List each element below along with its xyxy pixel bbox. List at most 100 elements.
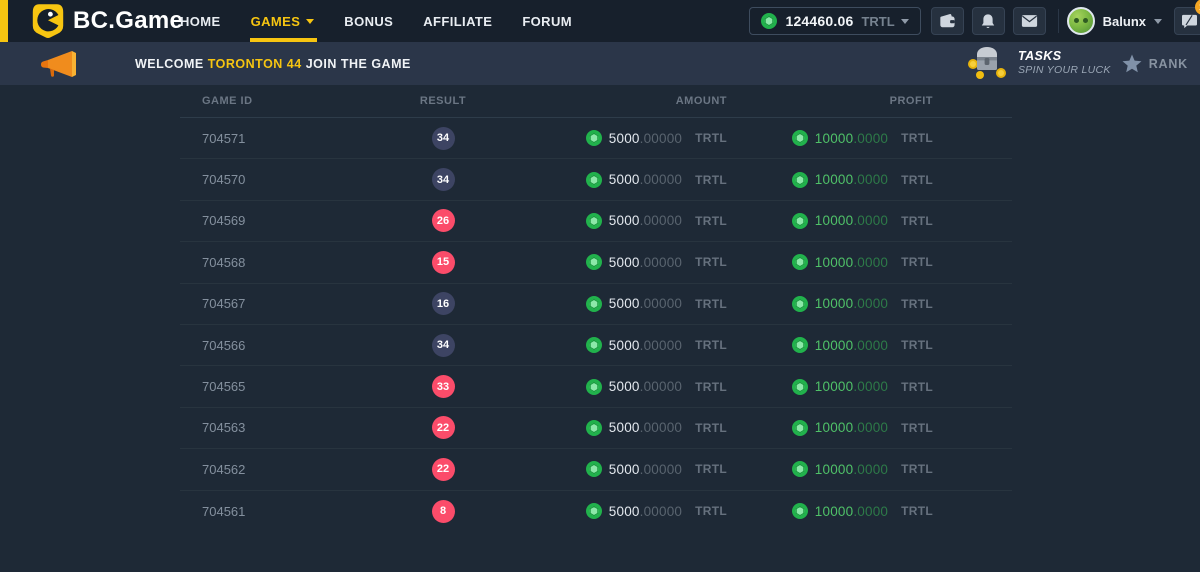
messages-button[interactable] [1013,7,1046,35]
profit-decimals: .0000 [853,504,888,519]
amount-cell: 5000.00000 TRTL [473,296,727,312]
profit-integer: 10000 [815,296,854,311]
result-cell: 34 [413,127,473,150]
trtl-coin-icon [586,130,602,146]
envelope-icon [1021,14,1038,28]
tasks-shortcut[interactable]: TASKS SPIN YOUR LUCK [966,46,1111,80]
trtl-coin-icon [586,420,602,436]
amount-currency: TRTL [695,504,727,518]
amount-currency: TRTL [695,255,727,269]
table-row[interactable]: 704568 15 5000.00000 TRTL [180,242,1012,283]
table-row[interactable]: 704562 22 5000.00000 TRTL [180,449,1012,490]
column-header-game-id: GAME ID [180,95,413,107]
welcome-message: WELCOME TORONTON 44 JOIN THE GAME [135,57,411,71]
profit-integer: 10000 [815,504,854,519]
profit-decimals: .0000 [853,338,888,353]
amount-integer: 5000 [609,172,640,187]
profit-cell: 10000.0000 TRTL [727,461,933,477]
nav-item-games[interactable]: GAMES [251,0,315,42]
table-row[interactable]: 704569 26 5000.00000 TRTL [180,201,1012,242]
amount-currency: TRTL [695,297,727,311]
nav-item-label: AFFILIATE [423,14,492,29]
trtl-coin-icon [586,337,602,353]
profit-cell: 10000.0000 TRTL [727,254,933,270]
table-row[interactable]: 704561 8 5000.00000 TRTL [180,491,1012,532]
amount-integer: 5000 [609,338,640,353]
trtl-coin-icon [792,213,808,229]
notifications-button[interactable] [972,7,1005,35]
wallet-button[interactable] [931,7,964,35]
amount-cell: 5000.00000 TRTL [473,337,727,353]
game-id-cell: 704566 [180,338,413,353]
divider [1058,9,1059,33]
site-logo[interactable]: BC.Game [32,3,183,39]
profit-currency: TRTL [901,214,933,228]
table-row[interactable]: 704565 33 5000.00000 TRTL [180,366,1012,407]
trtl-coin-icon [792,461,808,477]
nav-item-bonus[interactable]: BONUS [344,0,393,42]
result-badge: 22 [432,458,455,481]
chevron-down-icon [1154,19,1162,24]
profit-currency: TRTL [901,380,933,394]
amount-currency: TRTL [695,131,727,145]
user-menu[interactable]: Balunx [1067,7,1162,35]
welcome-prefix: WELCOME [135,57,204,71]
trtl-coin-icon [586,503,602,519]
balance-widget[interactable]: 124460.06 TRTL [749,7,920,35]
result-cell: 15 [413,251,473,274]
chevron-down-icon [306,19,314,24]
table-row[interactable]: 704571 34 5000.00000 TRTL [180,118,1012,159]
nav-item-home[interactable]: HOME [180,0,221,42]
profit-cell: 10000.0000 TRTL [727,296,933,312]
profit-integer: 10000 [815,379,854,394]
tasks-subtitle: SPIN YOUR LUCK [1018,64,1111,77]
game-id-cell: 704562 [180,462,413,477]
profit-cell: 10000.0000 TRTL [727,337,933,353]
profit-integer: 10000 [815,462,854,477]
result-cell: 22 [413,416,473,439]
trtl-coin-icon [586,461,602,477]
nav-item-forum[interactable]: FORUM [522,0,572,42]
result-cell: 16 [413,292,473,315]
nav-item-label: FORUM [522,14,572,29]
game-id-cell: 704565 [180,379,413,394]
profit-cell: 10000.0000 TRTL [727,420,933,436]
profit-integer: 10000 [815,172,854,187]
result-badge: 15 [432,251,455,274]
nav-item-label: BONUS [344,14,393,29]
table-row[interactable]: 704567 16 5000.00000 TRTL [180,284,1012,325]
amount-currency: TRTL [695,462,727,476]
profit-decimals: .0000 [853,296,888,311]
bell-icon [980,13,996,30]
trtl-coin-icon [792,254,808,270]
profit-integer: 10000 [815,255,854,270]
result-badge: 34 [432,334,455,357]
profit-cell: 10000.0000 TRTL [727,172,933,188]
profit-currency: TRTL [901,131,933,145]
welcome-banner: WELCOME TORONTON 44 JOIN THE GAME TASKS … [0,42,1200,85]
result-badge: 26 [432,209,455,232]
profit-currency: TRTL [901,255,933,269]
profit-integer: 10000 [815,131,854,146]
trtl-coin-icon [586,379,602,395]
game-id-cell: 704571 [180,131,413,146]
currency-select[interactable]: TRTL [861,14,908,29]
nav-item-affiliate[interactable]: AFFILIATE [423,0,492,42]
chat-button[interactable]: 10 [1174,7,1200,35]
trtl-coin-icon [792,337,808,353]
profit-decimals: .0000 [853,213,888,228]
profit-decimals: .0000 [853,131,888,146]
table-row[interactable]: 704570 34 5000.00000 TRTL [180,159,1012,200]
chevron-down-icon [901,19,909,24]
trtl-coin-icon [586,213,602,229]
rank-shortcut[interactable]: RANK [1122,42,1188,85]
amount-decimals: .00000 [640,462,683,477]
trtl-coin-icon [792,296,808,312]
amount-decimals: .00000 [640,420,683,435]
amount-currency: TRTL [695,421,727,435]
treasure-chest-icon [966,46,1008,80]
table-row[interactable]: 704566 34 5000.00000 TRTL [180,325,1012,366]
table-row[interactable]: 704563 22 5000.00000 TRTL [180,408,1012,449]
result-badge: 22 [432,416,455,439]
profit-integer: 10000 [815,420,854,435]
